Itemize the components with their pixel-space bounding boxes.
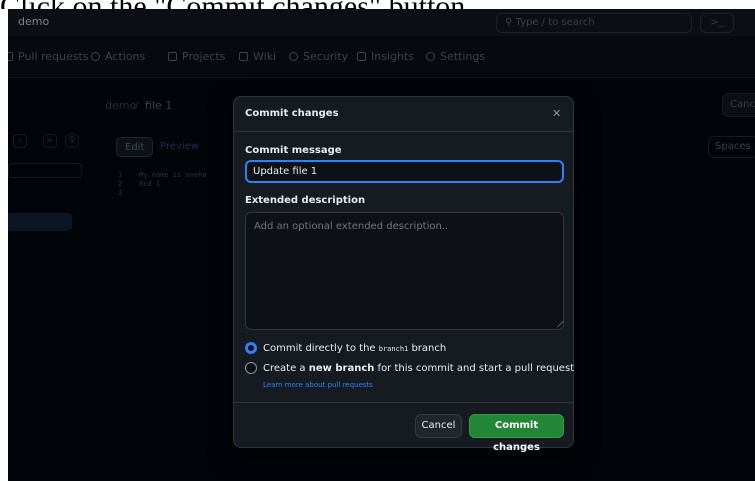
file-editor: Edit Preview 1 My name is sneha 2 bcd 13 [108,127,228,477]
code-line: 1 My name is sneha [118,171,207,179]
commit-directly-radio[interactable] [245,342,257,354]
actions-icon [91,52,100,61]
graph-icon [357,52,366,61]
pull-request-icon [8,52,13,61]
close-icon[interactable]: ✕ [552,107,561,120]
command-palette-button[interactable]: >_ [700,13,734,33]
search-files-icon[interactable]: ⚲ [65,134,79,148]
projects-icon [168,52,177,61]
nav-projects[interactable]: Projects [168,50,225,63]
search-placeholder: Type / to search [515,17,595,28]
extended-description-input[interactable] [245,212,564,330]
nav-pull-requests[interactable]: Pull requests [8,50,89,63]
add-file-icon[interactable]: + [43,134,57,148]
cancel-button[interactable]: Cancel [415,414,462,438]
cancel-changes-button[interactable]: Cance [722,93,755,117]
book-icon [239,52,248,61]
breadcrumb-repo[interactable]: demo [105,99,136,112]
commit-directly-label[interactable]: Commit directly to the branch1 branch [263,343,446,354]
tab-preview[interactable]: Preview [152,137,207,157]
commit-changes-button[interactable]: Commit changes [469,414,564,453]
new-branch-radio[interactable] [245,362,257,374]
dialog-title: Commit changes [245,108,339,119]
tab-edit[interactable]: Edit [116,137,154,157]
commit-message-input[interactable] [245,160,564,183]
commit-message-label: Commit message [245,145,342,156]
nav-security[interactable]: Security [289,50,348,63]
breadcrumb-file: file 1 [145,99,173,112]
new-branch-label[interactable]: Create a new branch for this commit and … [263,363,574,374]
nav-actions[interactable]: Actions [91,50,145,63]
collapse-icon[interactable]: ‹ [13,134,27,148]
file-tree-selected-item[interactable] [8,213,72,231]
commit-dialog: Commit changes ✕ Commit message Extended… [233,96,574,453]
indent-mode-select[interactable]: Spaces [708,136,755,158]
gear-icon [426,52,435,61]
nav-settings[interactable]: Settings [426,50,485,63]
code-line: 2 bcd 1 [118,180,161,188]
instruction-caption: Click on the "Commit changes" button. [0,0,755,9]
nav-wiki[interactable]: Wiki [239,50,276,63]
branch-name: branch1 [378,345,409,353]
code-line: 3 [118,189,123,197]
repo-nav: Pull requests Actions Projects Wiki Secu… [8,36,755,78]
code-lines[interactable]: 1 My name is sneha 2 bcd 13 [118,171,207,198]
dialog-header: Commit changes ✕ [234,97,573,132]
learn-more-link[interactable]: Learn more about pull requests [263,381,373,389]
nav-insights[interactable]: Insights [357,50,414,63]
search-icon: ⚲ [505,17,513,28]
dialog-footer-divider [234,402,573,403]
search-input[interactable]: ⚲ Type / to search [496,13,692,33]
github-screen: demo ⚲ Type / to search >_ Pull requests… [8,9,755,481]
breadcrumb-separator: / [135,99,139,112]
top-bar: demo ⚲ Type / to search >_ [8,9,755,36]
repo-name[interactable]: demo [18,15,49,28]
extended-description-label: Extended description [245,195,366,206]
file-filter-input[interactable] [8,163,82,178]
shield-icon [289,52,298,61]
